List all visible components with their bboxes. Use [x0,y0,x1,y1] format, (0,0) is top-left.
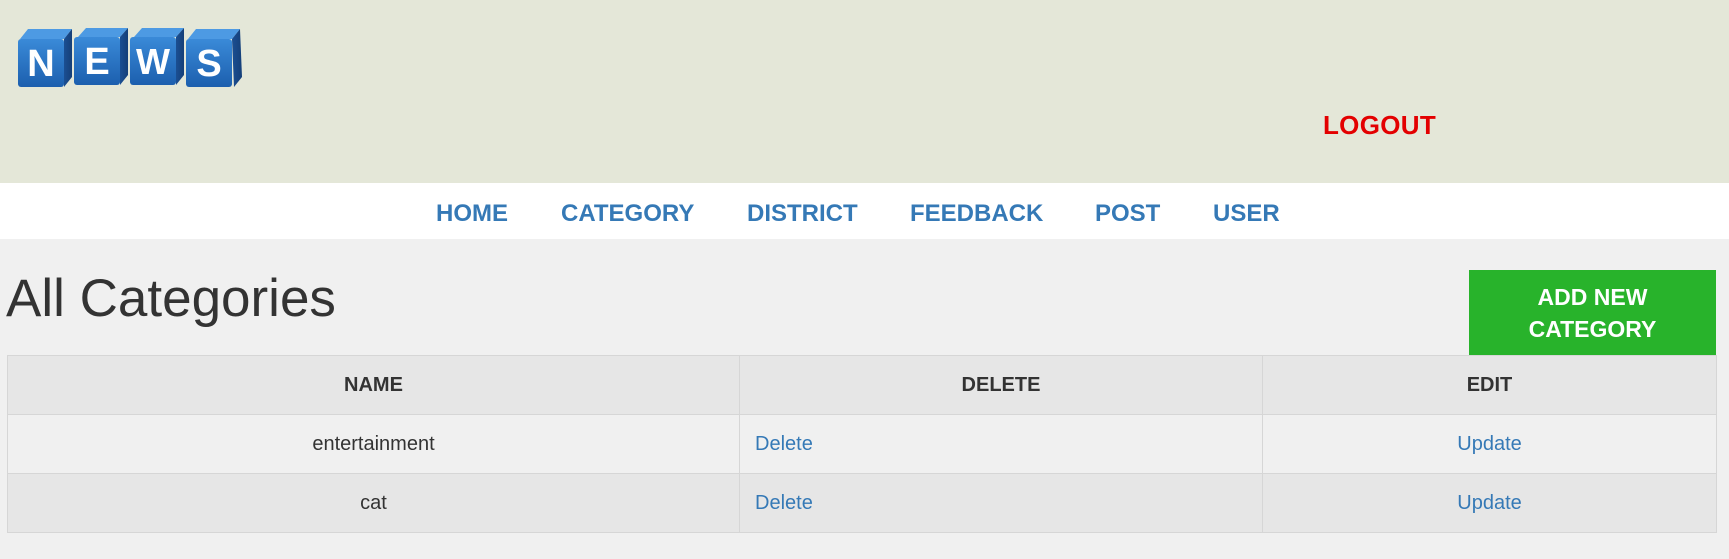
table-row: cat Delete Update [7,473,1717,533]
cube-w: W [130,28,184,85]
column-header-name: NAME [7,355,740,415]
nav-item-feedback[interactable]: FEEDBACK [910,200,1043,228]
column-header-delete: DELETE [739,355,1263,415]
delete-link[interactable]: Delete [755,433,813,455]
update-link[interactable]: Update [1457,433,1522,455]
edit-cell: Update [1262,473,1717,533]
category-name-cell: entertainment [7,414,740,474]
logout-link[interactable]: LOGOUT [1323,110,1436,141]
site-header: N E W S LOGOUT [0,0,1729,183]
main-nav: HOME CATEGORY DISTRICT FEEDBACK POST USE… [0,183,1729,239]
cube-s: S [186,29,242,87]
delete-link[interactable]: Delete [755,492,813,514]
edit-cell: Update [1262,414,1717,474]
page-title: All Categories [6,269,336,328]
nav-item-user[interactable]: USER [1213,200,1280,228]
svg-text:S: S [196,43,221,85]
category-name-cell: cat [7,473,740,533]
svg-text:E: E [84,41,109,83]
cube-n: N [18,29,72,87]
nav-item-district[interactable]: DISTRICT [747,200,858,228]
delete-cell: Delete [739,414,1263,474]
delete-cell: Delete [739,473,1263,533]
add-new-category-button[interactable]: ADD NEW CATEGORY [1469,270,1716,355]
cube-e: E [74,28,128,85]
nav-item-home[interactable]: HOME [436,200,508,228]
categories-table: NAME DELETE EDIT entertainment Delete Up… [7,355,1717,533]
svg-text:W: W [136,41,170,82]
news-logo[interactable]: N E W S [14,25,246,91]
table-header-row: NAME DELETE EDIT [7,355,1717,415]
update-link[interactable]: Update [1457,492,1522,514]
svg-text:N: N [27,43,54,85]
nav-item-category[interactable]: CATEGORY [561,200,694,228]
nav-item-post[interactable]: POST [1095,200,1160,228]
column-header-edit: EDIT [1262,355,1717,415]
table-row: entertainment Delete Update [7,414,1717,474]
